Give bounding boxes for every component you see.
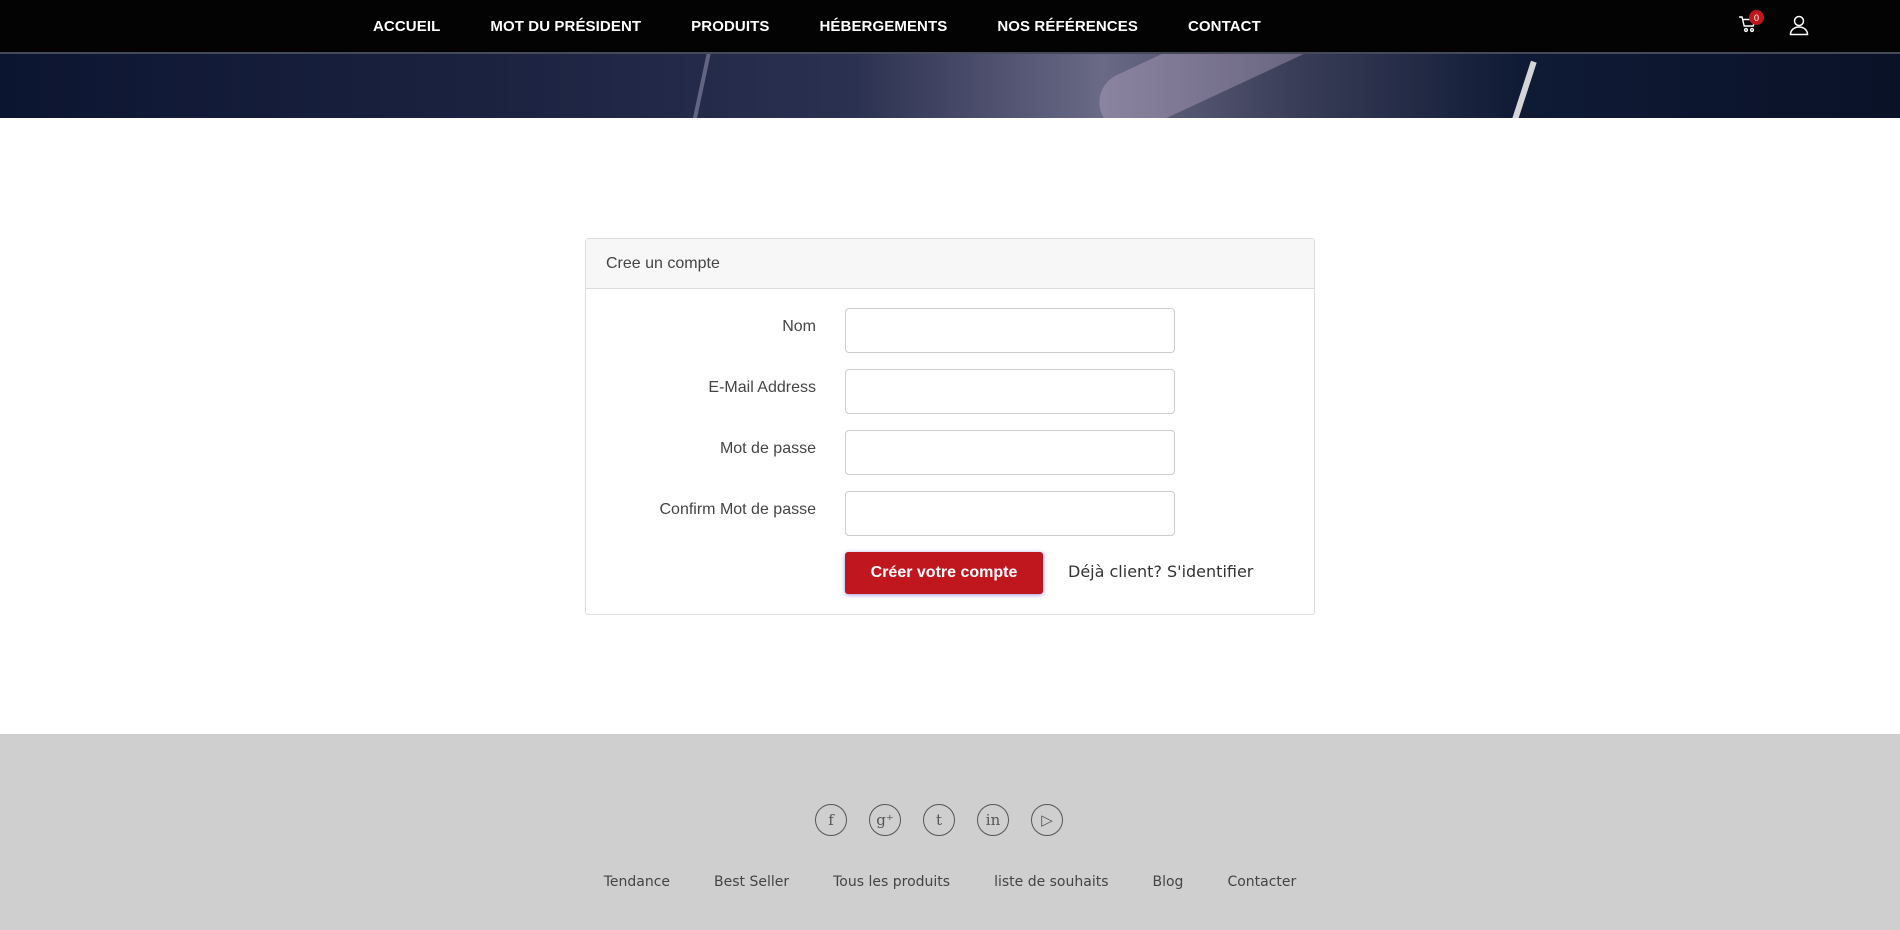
nav-item-nos-references[interactable]: NOS RÉFÉRENCES (997, 18, 1138, 35)
nav-item-mot-du-president[interactable]: MOT DU PRÉSIDENT (490, 18, 641, 35)
nav-item-accueil[interactable]: ACCUEIL (373, 18, 440, 35)
footer-link-best-seller[interactable]: Best Seller (714, 874, 789, 890)
account-button[interactable] (1788, 14, 1810, 36)
social-links: f g⁺ t in ▷ (815, 804, 1063, 836)
password-label: Mot de passe (719, 440, 816, 457)
youtube-icon[interactable]: ▷ (1031, 804, 1063, 836)
nav-item-produits[interactable]: PRODUITS (691, 18, 769, 35)
hero-decoration (1509, 60, 1537, 118)
footer-link-liste-de-souhaits[interactable]: liste de souhaits (994, 874, 1108, 890)
form-row-password: Mot de passe (586, 430, 1316, 475)
user-icon (1789, 15, 1809, 36)
google-plus-icon[interactable]: g⁺ (869, 804, 901, 836)
form-row-confirm-password: Confirm Mot de passe (586, 491, 1316, 536)
cart-count-badge: 0 (1749, 10, 1764, 25)
form-row-email: E-Mail Address (586, 369, 1316, 414)
login-link[interactable]: Déjà client? S'identifier (1068, 562, 1253, 581)
main-menu: ACCUEIL MOT DU PRÉSIDENT PRODUITS HÉBERG… (373, 0, 1311, 52)
nom-input[interactable] (845, 308, 1175, 353)
nav-actions: 0 (1738, 10, 1810, 36)
cart-button[interactable]: 0 (1738, 10, 1764, 36)
linkedin-icon[interactable]: in (977, 804, 1009, 836)
nav-item-hebergements[interactable]: HÉBERGEMENTS (819, 18, 947, 35)
register-card: Cree un compte Nom E-Mail Address Mot de… (585, 238, 1315, 615)
form-row-nom: Nom (586, 308, 1316, 353)
footer-link-tous-les-produits[interactable]: Tous les produits (833, 874, 950, 890)
footer-link-contacter[interactable]: Contacter (1227, 874, 1296, 890)
nom-label: Nom (782, 318, 816, 335)
footer-link-tendance[interactable]: Tendance (604, 874, 670, 890)
confirm-password-label: Confirm Mot de passe (659, 501, 816, 518)
footer-nav: Tendance Best Seller Tous les produits l… (0, 874, 1900, 890)
footer: f g⁺ t in ▷ Tendance Best Seller Tous le… (0, 734, 1900, 930)
nav-item-contact[interactable]: CONTACT (1188, 18, 1261, 35)
confirm-password-input[interactable] (845, 491, 1175, 536)
tumblr-icon[interactable]: t (923, 804, 955, 836)
footer-link-blog[interactable]: Blog (1153, 874, 1184, 890)
email-label: E-Mail Address (708, 379, 816, 396)
facebook-icon[interactable]: f (815, 804, 847, 836)
card-title: Cree un compte (586, 239, 1314, 289)
password-input[interactable] (845, 430, 1175, 475)
top-navbar: ACCUEIL MOT DU PRÉSIDENT PRODUITS HÉBERG… (0, 0, 1900, 54)
email-input[interactable] (845, 369, 1175, 414)
create-account-button[interactable]: Créer votre compte (845, 552, 1043, 594)
